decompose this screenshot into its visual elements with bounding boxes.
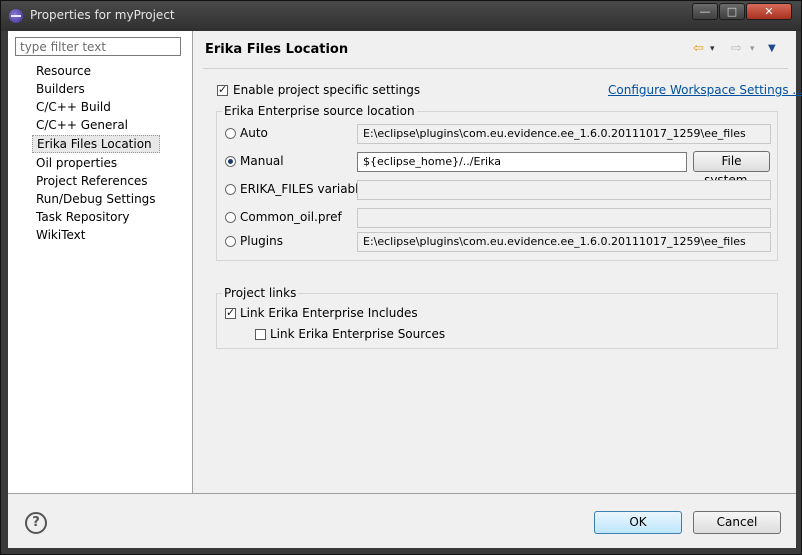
tree-item-task-repository[interactable]: Task Repository	[32, 208, 160, 226]
auto-radio[interactable]	[225, 128, 236, 139]
dialog-client: Resource Builders C/C++ Build C/C++ Gene…	[8, 31, 802, 548]
cancel-button[interactable]: Cancel	[693, 511, 781, 534]
header-separator	[203, 68, 788, 69]
eclipse-icon	[9, 9, 23, 23]
common-oil-pref-field	[357, 208, 771, 228]
link-sources-checkbox[interactable]	[255, 329, 266, 340]
tree-item-erika-files-location[interactable]: Erika Files Location	[32, 135, 160, 153]
filter-input[interactable]	[15, 37, 181, 56]
source-location-group-title: Erika Enterprise source location	[222, 104, 417, 118]
plugins-path-field: E:\eclipse\plugins\com.eu.evidence.ee_1.…	[357, 232, 771, 252]
link-includes-label: Link Erika Enterprise Includes	[240, 306, 418, 320]
tree-item-project-references[interactable]: Project References	[32, 172, 160, 190]
window-title: Properties for myProject	[30, 8, 175, 22]
enable-specific-checkbox[interactable]	[217, 83, 228, 96]
auto-path-field: E:\eclipse\plugins\com.eu.evidence.ee_1.…	[357, 124, 771, 144]
sidebar: Resource Builders C/C++ Build C/C++ Gene…	[8, 31, 193, 493]
enable-specific-label: Enable project specific settings	[233, 83, 421, 97]
tree-item-builders[interactable]: Builders	[32, 80, 160, 98]
project-links-group-title: Project links	[222, 286, 299, 300]
erika-files-variable-radio[interactable]	[225, 184, 236, 195]
view-menu-icon[interactable]: ▼	[768, 43, 776, 54]
maximize-button[interactable]: □	[719, 3, 745, 20]
close-button[interactable]: ✕	[746, 3, 792, 20]
title-bar[interactable]: Properties for myProject — □ ✕	[1, 1, 801, 31]
common-oil-pref-radio[interactable]	[225, 212, 236, 223]
link-includes-checkbox[interactable]	[225, 306, 236, 319]
properties-dialog: Properties for myProject — □ ✕ Resource …	[0, 0, 802, 555]
tree-item-wikitext[interactable]: WikiText	[32, 226, 160, 244]
common-oil-pref-label: Common_oil.pref	[240, 210, 342, 224]
help-icon[interactable]: ?	[25, 512, 47, 534]
plugins-label: Plugins	[240, 234, 283, 248]
property-page: Erika Files Location ⇦ ▾ ⇨ ▾ ▼ Enable pr…	[193, 31, 802, 493]
manual-radio[interactable]	[225, 156, 236, 167]
minimize-button[interactable]: —	[692, 3, 718, 20]
tree-item-run-debug-settings[interactable]: Run/Debug Settings	[32, 190, 160, 208]
erika-files-variable-label: ERIKA_FILES variable	[240, 182, 366, 196]
file-system-button[interactable]: File system...	[693, 151, 770, 187]
auto-label: Auto	[240, 126, 268, 140]
footer-separator	[8, 493, 796, 494]
configure-workspace-link[interactable]: Configure Workspace Settings ...	[608, 83, 802, 97]
tree-item-resource[interactable]: Resource	[32, 62, 160, 80]
ok-button[interactable]: OK	[594, 511, 682, 534]
forward-arrow-icon[interactable]: ⇨	[731, 41, 742, 56]
link-sources-label: Link Erika Enterprise Sources	[270, 327, 446, 341]
tree-item-cpp-build[interactable]: C/C++ Build	[32, 98, 160, 116]
tree-item-cpp-general[interactable]: C/C++ General	[32, 116, 160, 134]
plugins-radio[interactable]	[225, 236, 236, 247]
property-tree: Resource Builders C/C++ Build C/C++ Gene…	[32, 62, 160, 244]
forward-dropdown-icon[interactable]: ▾	[750, 44, 755, 54]
page-title: Erika Files Location	[205, 42, 349, 57]
back-dropdown-icon[interactable]: ▾	[710, 44, 715, 54]
manual-path-input[interactable]: ${eclipse_home}/../Erika	[357, 152, 687, 172]
manual-label: Manual	[240, 154, 284, 168]
back-arrow-icon[interactable]: ⇦	[693, 41, 704, 56]
tree-item-oil-properties[interactable]: Oil properties	[32, 154, 160, 172]
erika-files-variable-field	[357, 180, 771, 200]
